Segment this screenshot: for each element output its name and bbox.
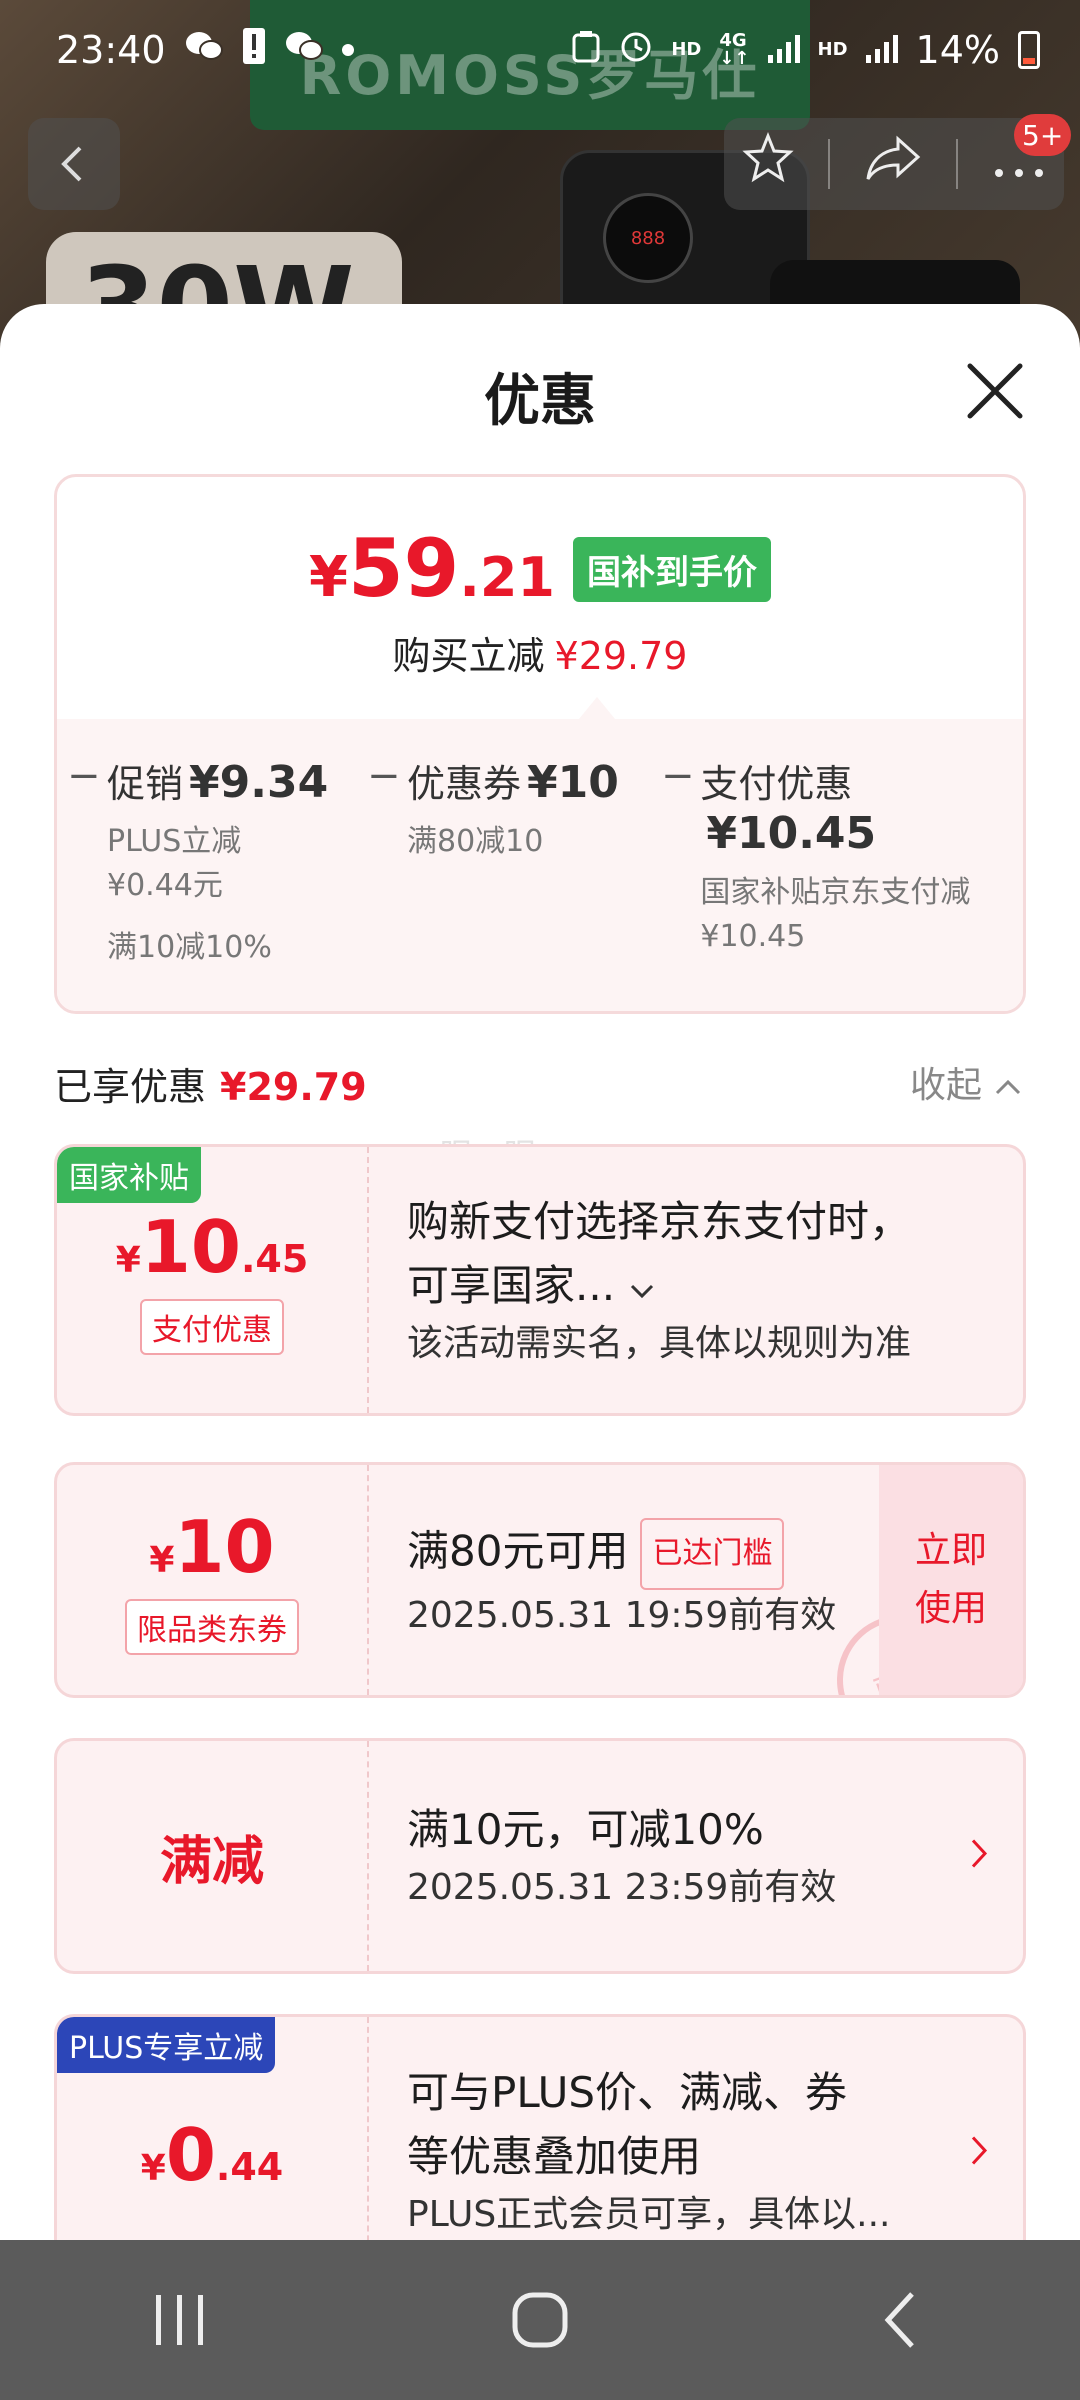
divider <box>828 139 831 189</box>
coupon-full-reduction[interactable]: 满减 满10元，可减10% 2025.05.31 23:59前有效 <box>54 1738 1026 1974</box>
favorite-star-icon[interactable] <box>741 131 795 197</box>
reduce-row: 购买立减 ¥29.79 <box>392 634 688 678</box>
back-icon <box>884 2292 914 2348</box>
close-icon <box>967 363 1023 419</box>
message-count-badge: 5+ <box>1014 114 1072 156</box>
enjoyed-discount: 已享优惠 ¥29.79 <box>54 1065 367 1109</box>
home-button[interactable] <box>480 2270 600 2370</box>
recycle-icon <box>571 28 601 72</box>
alarm-icon <box>619 28 653 72</box>
coupon-amount: ¥0.44 <box>140 2113 284 2197</box>
sheet-title: 优惠 <box>484 369 596 434</box>
wechat-icon-2 <box>284 29 324 71</box>
nav-actions <box>724 118 1064 210</box>
battery-percent: 14% <box>915 28 1000 72</box>
discount-sheet: 优惠 ¥ 59 .21 国补到手价 购买立减¥29.79 − 促销¥9.34 <box>0 304 1080 2240</box>
battery-icon <box>1018 31 1040 69</box>
back-system-button[interactable] <box>840 2270 960 2370</box>
collapse-button[interactable]: 收起 <box>910 1056 1023 1108</box>
share-icon[interactable] <box>864 133 922 195</box>
back-chevron-icon <box>61 146 82 182</box>
price-summary-card: ¥ 59 .21 国补到手价 购买立减 ¥29.79 − 促销 ¥9.34 PLUS… <box>54 474 1026 1014</box>
home-icon <box>512 2292 568 2348</box>
price-breakdown: − 促销 ¥9.34 PLUS立减 ¥0.44元 满10减10% − 优惠券 ¥10 … <box>57 719 1023 1011</box>
chevron-up-icon <box>996 1079 1021 1095</box>
coupon-badge: 支付优惠 <box>140 1299 284 1355</box>
price-tag: 国补到手价 <box>572 537 771 602</box>
status-bar: 23:40 HD 4G ↓↑ HD 14% <box>0 0 1080 100</box>
wechat-icon <box>184 29 224 71</box>
hd-icon: HD <box>671 39 702 60</box>
4g-icon: 4G ↓↑ <box>719 30 750 69</box>
final-price: ¥ 59 .21 国补到手价 <box>57 529 1023 610</box>
chevron-right-icon <box>969 2128 989 2179</box>
chevron-right-icon <box>969 1831 989 1882</box>
close-button[interactable] <box>960 356 1030 426</box>
system-nav-bar <box>0 2240 1080 2400</box>
recent-apps-icon <box>156 2295 203 2345</box>
back-button[interactable] <box>28 118 120 210</box>
dot-icon <box>341 44 354 56</box>
full-reduction-label: 满减 <box>159 1831 264 1892</box>
coupon-jd-voucher: ¥10 限品类东券 满80元可用 已达门槛 2025.05.31 19:59前有效… <box>54 1462 1026 1698</box>
chevron-down-icon <box>631 1284 654 1299</box>
use-now-button[interactable]: 立即 使用 <box>879 1465 1023 1695</box>
status-time: 23:40 <box>56 28 166 72</box>
breakdown-coupon: − 优惠券 ¥10 满80减10 <box>367 753 619 859</box>
coupon-badge: 限品类东券 <box>125 1599 299 1655</box>
threshold-reached-badge: 已达门槛 <box>640 1518 785 1590</box>
breakdown-payment: − 支付优惠¥10.45 国家补贴京东支付减 ¥10.45 <box>661 753 971 954</box>
hd-icon-2: HD <box>817 39 848 60</box>
divider <box>955 139 958 189</box>
recent-apps-button[interactable] <box>120 2270 240 2370</box>
coupon-national-subsidy[interactable]: 国家补贴 ¥10.45 支付优惠 购新支付选择京东支付时， 可享国家... 该活… <box>54 1144 1026 1416</box>
alert-icon <box>242 27 266 73</box>
breakdown-promo: − 促销 ¥9.34 PLUS立减 ¥0.44元 满10减10% <box>67 753 329 965</box>
coupon-plus[interactable]: PLUS专享立减 ¥0.44 可与PLUS价、满减、券 等优惠叠加使用 PLUS… <box>54 2014 1026 2240</box>
signal-icon <box>767 28 800 72</box>
coupon-amount: ¥10 <box>149 1505 275 1589</box>
signal-icon-2 <box>865 28 898 72</box>
caret <box>579 697 615 719</box>
coupon-amount: ¥10.45 <box>115 1205 309 1289</box>
expand-description[interactable]: 可享国家... <box>407 1254 983 1318</box>
